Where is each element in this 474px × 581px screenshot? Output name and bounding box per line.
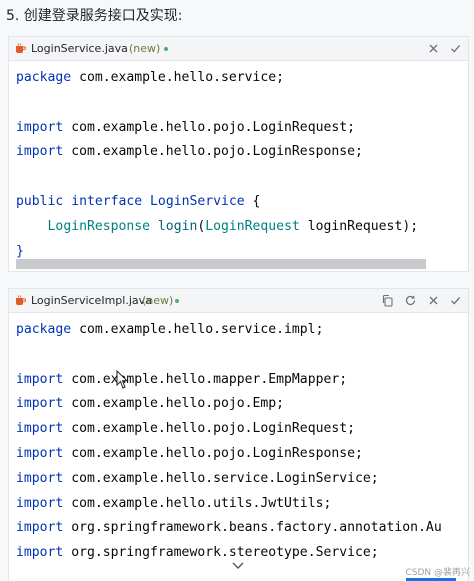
file-name: LoginService.java [31, 42, 128, 55]
code-token: com.example.hello.utils.JwtUtils; [63, 495, 332, 511]
code-token: org.springframework.stereotype.Service; [63, 545, 379, 561]
code-keyword: interface [71, 193, 143, 209]
code-token: { [244, 193, 261, 209]
text-cursor-icon [116, 370, 128, 389]
code-line: import com.example.hello.pojo.LoginRespo… [16, 442, 468, 467]
code-line: import com.example.hello.pojo.LoginRespo… [16, 140, 468, 165]
file-name: LoginServiceImpl.java [31, 294, 152, 307]
code-token: com.example.hello.mapper.EmpMapper; [63, 371, 348, 387]
code-line: public interface LoginService { [16, 190, 468, 215]
code-keyword: import [16, 545, 64, 561]
code-keyword: } [16, 243, 24, 259]
chevron-down-icon[interactable] [230, 561, 246, 571]
copy-icon[interactable] [381, 294, 394, 307]
watermark: CSDN @裴再兴 [405, 568, 470, 578]
code-keyword: import [16, 144, 64, 160]
code-token: com.example.hello.pojo.LoginResponse; [63, 144, 363, 160]
new-tag: (new) [129, 42, 161, 55]
code-line: import com.example.hello.pojo.LoginReque… [16, 116, 468, 141]
code-keyword: import [16, 445, 64, 461]
code-token: com.example.hello.service.impl; [71, 322, 324, 337]
code-block: package com.example.hello.service; impor… [16, 66, 468, 264]
code-token: org.springframework.beans.factory.annota… [63, 520, 442, 536]
new-status-dot [164, 47, 168, 51]
code-token: com.example.hello.pojo.Emp; [63, 396, 285, 412]
step-title: 5. 创建登录服务接口及实现: [6, 8, 183, 24]
code-token: com.example.hello.pojo.LoginResponse; [63, 445, 363, 461]
code-keyword: package [16, 70, 72, 85]
code-line: import com.example.hello.mapper.EmpMappe… [16, 368, 468, 393]
code-keyword: import [16, 520, 64, 536]
code-token: LoginResponse [47, 218, 151, 234]
code-token: com.example.hello.service; [71, 70, 285, 85]
new-status-dot [175, 299, 179, 303]
horizontal-scrollbar[interactable] [16, 259, 426, 269]
code-line: package com.example.hello.service.impl; [16, 318, 468, 343]
code-line: import com.example.hello.utils.JwtUtils; [16, 492, 468, 517]
code-keyword: import [16, 396, 64, 412]
code-token: com.example.hello.pojo.LoginRequest; [63, 421, 355, 437]
close-icon[interactable] [427, 294, 440, 307]
code-keyword: package [16, 322, 72, 337]
new-tag: (new) [142, 294, 174, 307]
code-card-header: LoginServiceImpl.java (new) [9, 289, 468, 313]
close-icon[interactable] [427, 42, 440, 55]
refresh-icon[interactable] [404, 294, 417, 307]
java-file-icon [16, 295, 26, 305]
code-card-login-service-impl: LoginServiceImpl.java (new) package com.… [8, 288, 469, 581]
code-line: import com.example.hello.pojo.LoginReque… [16, 417, 468, 442]
code-block: package com.example.hello.service.impl; … [16, 318, 468, 566]
code-keyword: import [16, 421, 64, 437]
code-token: com.example.hello.service.LoginService; [63, 470, 379, 486]
code-keyword: public [16, 193, 64, 209]
code-keyword: import [16, 495, 64, 511]
code-keyword: import [16, 371, 64, 387]
code-token: LoginRequest [205, 218, 300, 234]
code-line: LoginResponse login(LoginRequest loginRe… [16, 215, 468, 240]
code-line: import org.springframework.beans.factory… [16, 516, 468, 541]
code-token: com.example.hello.pojo.LoginRequest; [63, 119, 355, 135]
code-line: import com.example.hello.service.LoginSe… [16, 467, 468, 492]
code-card-header: LoginService.java (new) [9, 37, 468, 61]
code-keyword: import [16, 119, 64, 135]
java-file-icon [16, 43, 26, 53]
code-token: LoginService [150, 193, 245, 209]
code-token: login [157, 218, 198, 234]
code-line: import com.example.hello.pojo.Emp; [16, 392, 468, 417]
code-card-login-service: LoginService.java (new) package com.exam… [8, 36, 469, 272]
check-icon[interactable] [449, 42, 462, 55]
check-icon[interactable] [449, 294, 462, 307]
code-line: package com.example.hello.service; [16, 66, 468, 91]
code-keyword: import [16, 470, 64, 486]
code-token: loginRequest); [299, 218, 419, 234]
